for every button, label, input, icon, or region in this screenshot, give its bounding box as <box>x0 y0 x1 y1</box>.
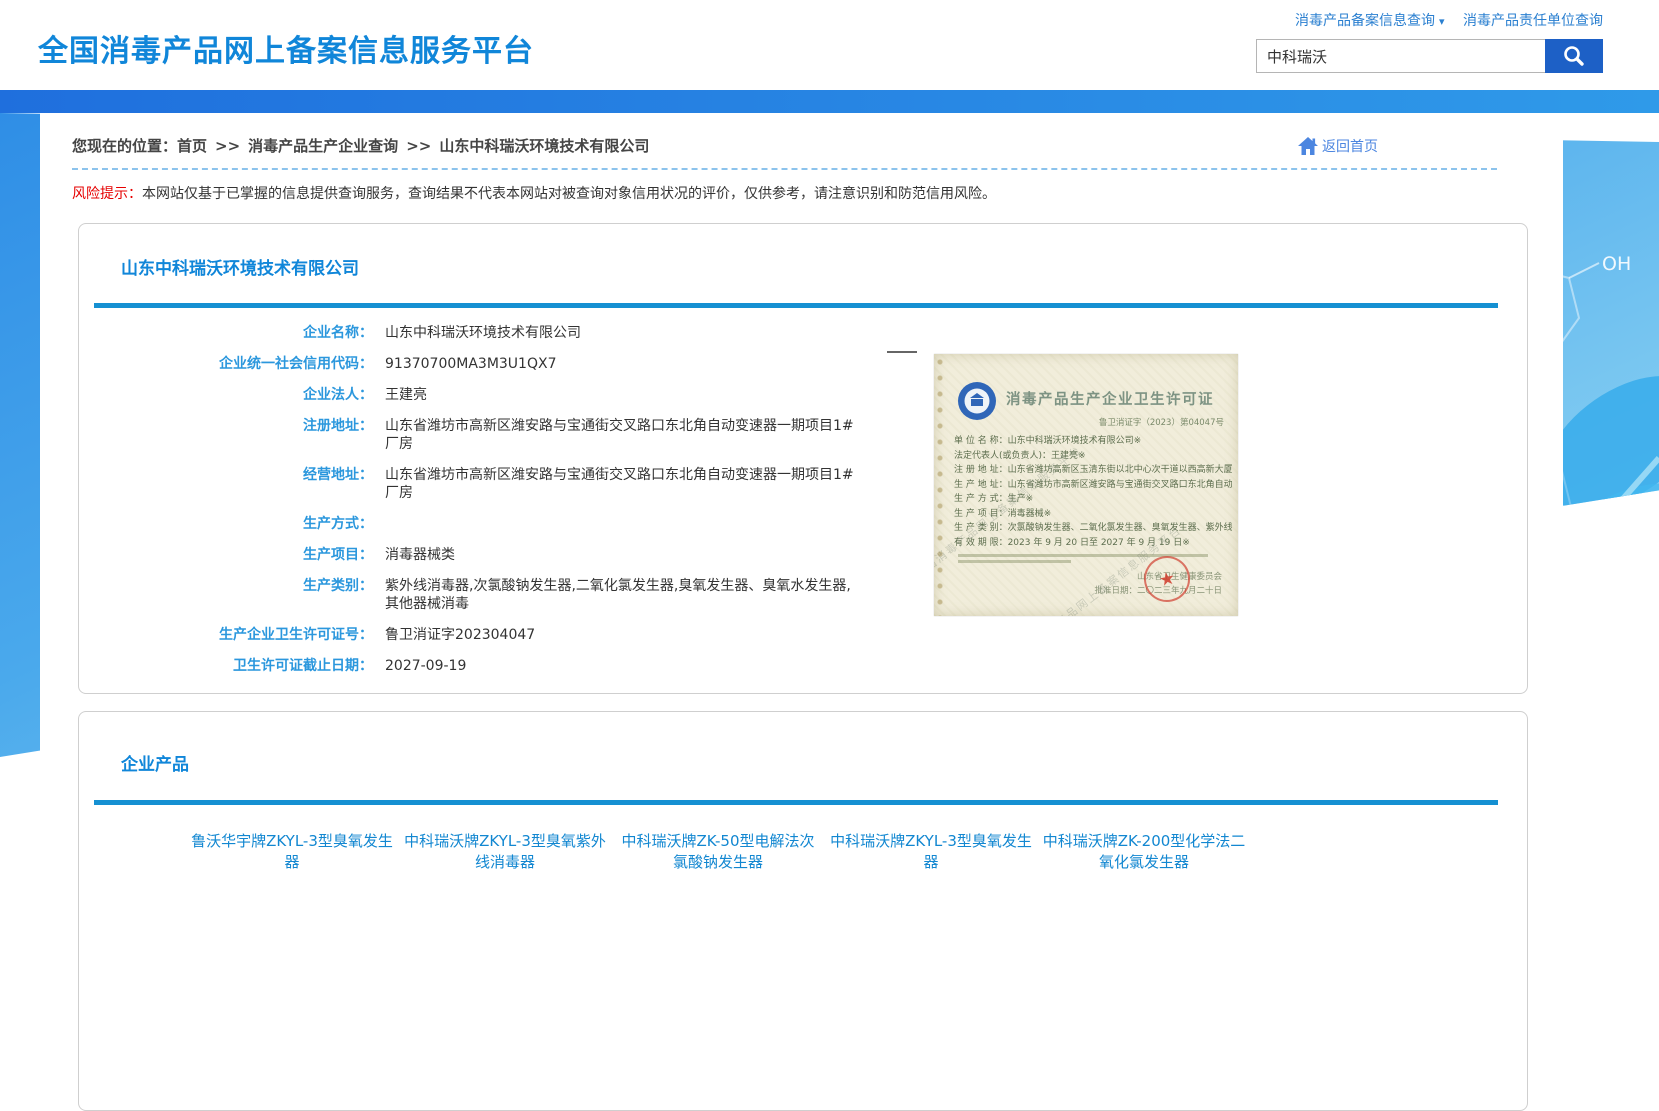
chevron-down-icon: ▾ <box>1439 15 1445 28</box>
breadcrumb-separator: >> <box>406 137 431 155</box>
product-link[interactable]: 中科瑞沃牌ZKYL-3型臭氧紫外线消毒器 <box>402 831 608 873</box>
company-products-card: 企业产品 鲁沃华宇牌ZKYL-3型臭氧发生器 中科瑞沃牌ZKYL-3型臭氧紫外线… <box>78 711 1528 1111</box>
field-row: 生产方式： <box>79 515 1527 533</box>
field-row: 生产项目：消毒器械类 <box>79 546 1527 564</box>
nav-link-record-info-query[interactable]: 消毒产品备案信息查询 <box>1295 13 1435 29</box>
certificate-emblem-icon <box>956 380 998 422</box>
back-home-link[interactable]: 返回首页 <box>1297 136 1378 156</box>
product-list: 鲁沃华宇牌ZKYL-3型臭氧发生器 中科瑞沃牌ZKYL-3型臭氧紫外线消毒器 中… <box>189 831 1527 873</box>
field-row: 卫生许可证截止日期：2027-09-19 <box>79 657 1527 675</box>
breadcrumb-row: 您现在的位置：首页 >> 消毒产品生产企业查询 >> 山东中科瑞沃环境技术有限公司 返回… <box>40 113 1563 156</box>
home-icon <box>1297 136 1319 156</box>
collapse-dash <box>887 351 917 353</box>
nav-link-responsible-unit-query[interactable]: 消毒产品责任单位查询 <box>1463 13 1603 29</box>
field-row: 注册地址：山东省潍坊市高新区潍安路与宝通街交叉路口东北角自动变速器一期项目1#厂… <box>79 417 1527 453</box>
risk-notice-text: 本网站仅基于已掌握的信息提供查询服务，查询结果不代表本网站对被查询对象信用状况的… <box>142 186 996 202</box>
certificate-number: 鲁卫消证字（2023）第04047号 <box>1099 416 1224 428</box>
field-row: 生产企业卫生许可证号：鲁卫消证字202304047 <box>79 626 1527 644</box>
product-link[interactable]: 中科瑞沃牌ZK-50型电解法次氯酸钠发生器 <box>615 831 821 873</box>
risk-notice-label: 风险提示： <box>72 186 142 202</box>
breadcrumb: 您现在的位置：首页 >> 消毒产品生产企业查询 >> 山东中科瑞沃环境技术有限公司 <box>72 135 649 156</box>
company-card-title: 山东中科瑞沃环境技术有限公司 <box>79 224 1527 279</box>
back-home-label: 返回首页 <box>1322 136 1378 156</box>
products-card-title: 企业产品 <box>79 712 1527 775</box>
field-row: 企业统一社会信用代码：91370700MA3M3U1QX7 <box>79 355 1527 373</box>
blue-banner-bar <box>0 90 1659 113</box>
breadcrumb-query-link[interactable]: 消毒产品生产企业查询 <box>248 137 398 155</box>
certificate-perforation <box>936 354 945 616</box>
main-content: 您现在的位置：首页 >> 消毒产品生产企业查询 >> 山东中科瑞沃环境技术有限公司 返回… <box>40 113 1563 919</box>
product-link[interactable]: 鲁沃华宇牌ZKYL-3型臭氧发生器 <box>189 831 395 873</box>
svg-text:OH: OH <box>1602 253 1631 275</box>
top-nav: 消毒产品备案信息查询 ▾ 消毒产品责任单位查询 <box>1183 10 1603 30</box>
breadcrumb-prefix: 您现在的位置： <box>72 137 177 155</box>
field-row: 企业法人：王建亮 <box>79 386 1527 404</box>
breadcrumb-current-page: 山东中科瑞沃环境技术有限公司 <box>439 137 649 155</box>
card-title-underline <box>94 303 1498 308</box>
header-right: 消毒产品备案信息查询 ▾ 消毒产品责任单位查询 <box>1183 10 1603 73</box>
hygiene-license-certificate-image: 消毒产品生产企业卫生许可证 鲁卫消证字（2023）第04047号 单 位 名 称… <box>934 354 1238 616</box>
card-title-underline <box>94 800 1498 805</box>
certificate-title: 消毒产品生产企业卫生许可证 <box>1006 388 1214 409</box>
search-input[interactable] <box>1256 39 1545 73</box>
site-title: 全国消毒产品网上备案信息服务平台 <box>38 26 534 70</box>
certificate-body: 单 位 名 称：山东中科瑞沃环境技术有限公司※ 法定代表人(或负责人)：王建亮※… <box>954 434 1232 550</box>
product-link[interactable]: 中科瑞沃牌ZKYL-3型臭氧发生器 <box>828 831 1034 873</box>
field-row: 企业名称：山东中科瑞沃环境技术有限公司 <box>79 324 1527 342</box>
risk-notice: 风险提示：本网站仅基于已掌握的信息提供查询服务，查询结果不代表本网站对被查询对象… <box>40 170 1563 203</box>
field-row: 生产类别：紫外线消毒器,次氯酸钠发生器,二氧化氯发生器,臭氧发生器、臭氧水发生器… <box>79 577 1527 613</box>
search-bar <box>1183 39 1603 73</box>
product-link[interactable]: 中科瑞沃牌ZK-200型化学法二氧化氯发生器 <box>1041 831 1247 873</box>
company-fields: 企业名称：山东中科瑞沃环境技术有限公司 企业统一社会信用代码：91370700M… <box>79 324 1527 675</box>
breadcrumb-home-link[interactable]: 首页 <box>177 137 207 155</box>
search-button[interactable] <box>1545 39 1603 73</box>
page-header: 全国消毒产品网上备案信息服务平台 消毒产品备案信息查询 ▾ 消毒产品责任单位查询 <box>0 0 1659 90</box>
search-icon <box>1562 44 1586 68</box>
company-info-card: 山东中科瑞沃环境技术有限公司 企业名称：山东中科瑞沃环境技术有限公司 企业统一社… <box>78 223 1528 694</box>
field-row: 经营地址：山东省潍坊市高新区潍安路与宝通街交叉路口东北角自动变速器一期项目1#厂… <box>79 466 1527 502</box>
breadcrumb-separator: >> <box>215 137 240 155</box>
